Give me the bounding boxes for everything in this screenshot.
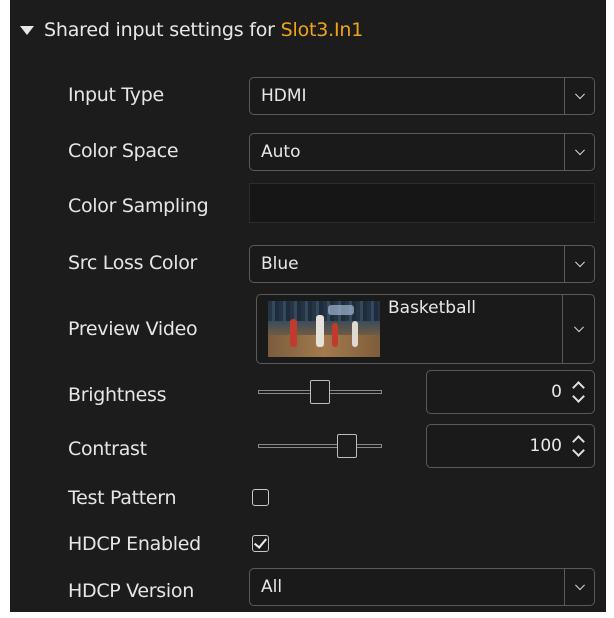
preview-video-name: Basketball [388, 298, 476, 318]
hdcp-version-dropdown[interactable]: All [249, 568, 595, 606]
spin-up-down-icon[interactable] [572, 380, 586, 404]
src-loss-color-dropdown-button[interactable] [564, 246, 594, 282]
input-type-label: Input Type [68, 84, 164, 106]
preview-video-label: Preview Video [68, 318, 198, 340]
spin-down-icon[interactable] [572, 444, 585, 457]
src-loss-color-dropdown[interactable]: Blue [249, 245, 595, 283]
input-type-value: HDMI [261, 86, 307, 106]
chevron-down-icon [574, 145, 585, 156]
color-space-value: Auto [261, 142, 301, 162]
color-space-dropdown[interactable]: Auto [249, 133, 595, 171]
src-loss-color-value: Blue [261, 254, 299, 274]
section-title-prefix: Shared input settings for [44, 19, 281, 41]
contrast-slider-track[interactable] [258, 444, 382, 448]
input-type-dropdown-button[interactable] [564, 78, 594, 114]
contrast-input[interactable]: 100 [426, 424, 595, 468]
check-icon [253, 535, 268, 549]
spin-up-down-icon[interactable] [572, 434, 586, 458]
hdcp-enabled-checkbox[interactable] [252, 535, 269, 552]
preview-video-thumbnail [268, 301, 380, 357]
contrast-label: Contrast [68, 438, 147, 460]
hdcp-enabled-label: HDCP Enabled [68, 533, 201, 555]
section-title: Shared input settings for Slot3.In1 [44, 19, 363, 41]
color-sampling-label: Color Sampling [68, 195, 209, 217]
chevron-down-icon [574, 89, 585, 100]
test-pattern-label: Test Pattern [68, 487, 177, 509]
color-sampling-field [249, 183, 595, 223]
preview-video-dropdown-button[interactable] [562, 295, 594, 363]
chevron-down-icon [574, 257, 585, 268]
hdcp-version-value: All [261, 577, 283, 597]
input-settings-panel: Shared input settings for Slot3.In1 Inpu… [10, 0, 606, 612]
brightness-slider-thumb[interactable] [310, 380, 330, 404]
color-space-dropdown-button[interactable] [564, 134, 594, 170]
brightness-label: Brightness [68, 384, 167, 406]
chevron-down-icon [573, 322, 584, 333]
hdcp-version-dropdown-button[interactable] [564, 569, 594, 605]
preview-video-dropdown[interactable]: Basketball [256, 294, 595, 364]
hdcp-version-label: HDCP Version [68, 580, 194, 602]
contrast-slider[interactable] [258, 426, 382, 466]
brightness-slider[interactable] [258, 372, 382, 412]
src-loss-color-label: Src Loss Color [68, 252, 198, 274]
slot-name: Slot3.In1 [280, 19, 364, 41]
chevron-down-icon [574, 580, 585, 591]
contrast-value: 100 [529, 436, 562, 456]
caret-down-icon[interactable] [20, 26, 34, 35]
color-space-label: Color Space [68, 140, 179, 162]
brightness-input[interactable]: 0 [426, 370, 595, 414]
brightness-value: 0 [551, 382, 562, 402]
test-pattern-checkbox[interactable] [252, 489, 269, 506]
contrast-slider-thumb[interactable] [337, 434, 357, 458]
spin-down-icon[interactable] [572, 390, 585, 403]
input-type-dropdown[interactable]: HDMI [249, 77, 595, 115]
